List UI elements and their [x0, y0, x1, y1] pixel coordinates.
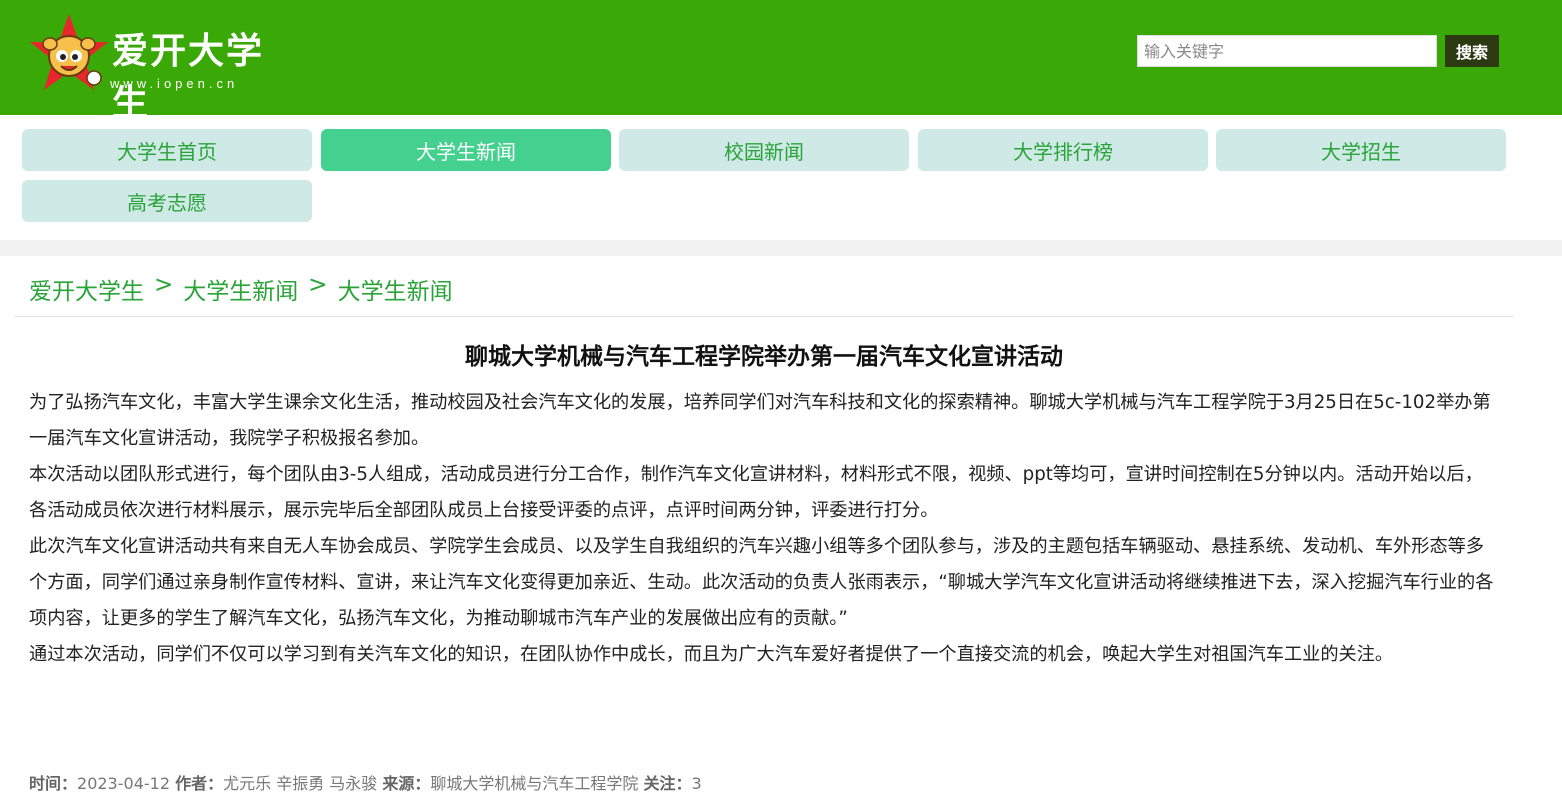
meta-author-label: 作者： [175, 774, 224, 793]
star-mascot-logo-icon [30, 14, 108, 90]
article-paragraph: 本次活动以团队形式进行，每个团队由3-5人组成，活动成员进行分工合作，制作汽车文… [29, 464, 1483, 521]
article-title: 聊城大学机械与汽车工程学院举办第一届汽车文化宣讲活动 [465, 344, 1063, 370]
breadcrumb: 爱开大学生 > 大学生新闻 > 大学生新闻 [29, 272, 453, 306]
breadcrumb-separator: > [308, 272, 328, 298]
logo-url: www.iopen.cn [110, 76, 239, 91]
breadcrumb-separator: > [154, 272, 174, 298]
logo-title: 爱开大学生 [112, 30, 265, 124]
breadcrumb-underline [14, 316, 1514, 317]
nav-item-campus-news[interactable]: 校园新闻 [619, 129, 909, 171]
search-button[interactable]: 搜索 [1445, 35, 1499, 67]
site-header: 爱开大学生 www.iopen.cn 搜索 [0, 0, 1562, 124]
meta-time-label: 时间： [29, 774, 78, 793]
site-logo[interactable]: 爱开大学生 www.iopen.cn [28, 12, 288, 124]
article-paragraph: 通过本次活动，同学们不仅可以学习到有关汽车文化的知识，在团队协作中成长，而且为广… [29, 644, 1394, 665]
meta-author-value: 尤元乐 辛振勇 马永骏 [223, 774, 378, 793]
breadcrumb-link-current[interactable]: 大学生新闻 [338, 272, 453, 306]
meta-time-value: 2023-04-12 [77, 774, 170, 793]
breadcrumb-link-category[interactable]: 大学生新闻 [183, 272, 298, 306]
section-divider [0, 240, 1562, 256]
meta-follow-value: 3 [691, 774, 702, 793]
nav-item-gaokao[interactable]: 高考志愿 [22, 180, 312, 222]
search-input[interactable] [1137, 35, 1437, 67]
nav-item-admissions[interactable]: 大学招生 [1216, 129, 1506, 171]
article-body: 为了弘扬汽车文化，丰富大学生课余文化生活，推动校园及社会汽车文化的发展，培养同学… [29, 385, 1499, 673]
article-paragraph: 为了弘扬汽车文化，丰富大学生课余文化生活，推动校园及社会汽车文化的发展，培养同学… [29, 392, 1491, 449]
meta-source-label: 来源： [382, 774, 431, 793]
article-paragraph: 此次汽车文化宣讲活动共有来自无人车协会成员、学院学生会成员、以及学生自我组织的汽… [29, 536, 1494, 629]
nav-item-home[interactable]: 大学生首页 [22, 129, 312, 171]
breadcrumb-link-home[interactable]: 爱开大学生 [29, 272, 144, 306]
article-meta: 时间：2023-04-12 作者：尤元乐 辛振勇 马永骏 来源：聊城大学机械与汽… [29, 770, 702, 794]
meta-follow-label: 关注： [643, 774, 692, 793]
nav-item-rankings[interactable]: 大学排行榜 [918, 129, 1208, 171]
nav-item-student-news[interactable]: 大学生新闻 [321, 129, 611, 171]
meta-source-value: 聊城大学机械与汽车工程学院 [430, 774, 639, 793]
